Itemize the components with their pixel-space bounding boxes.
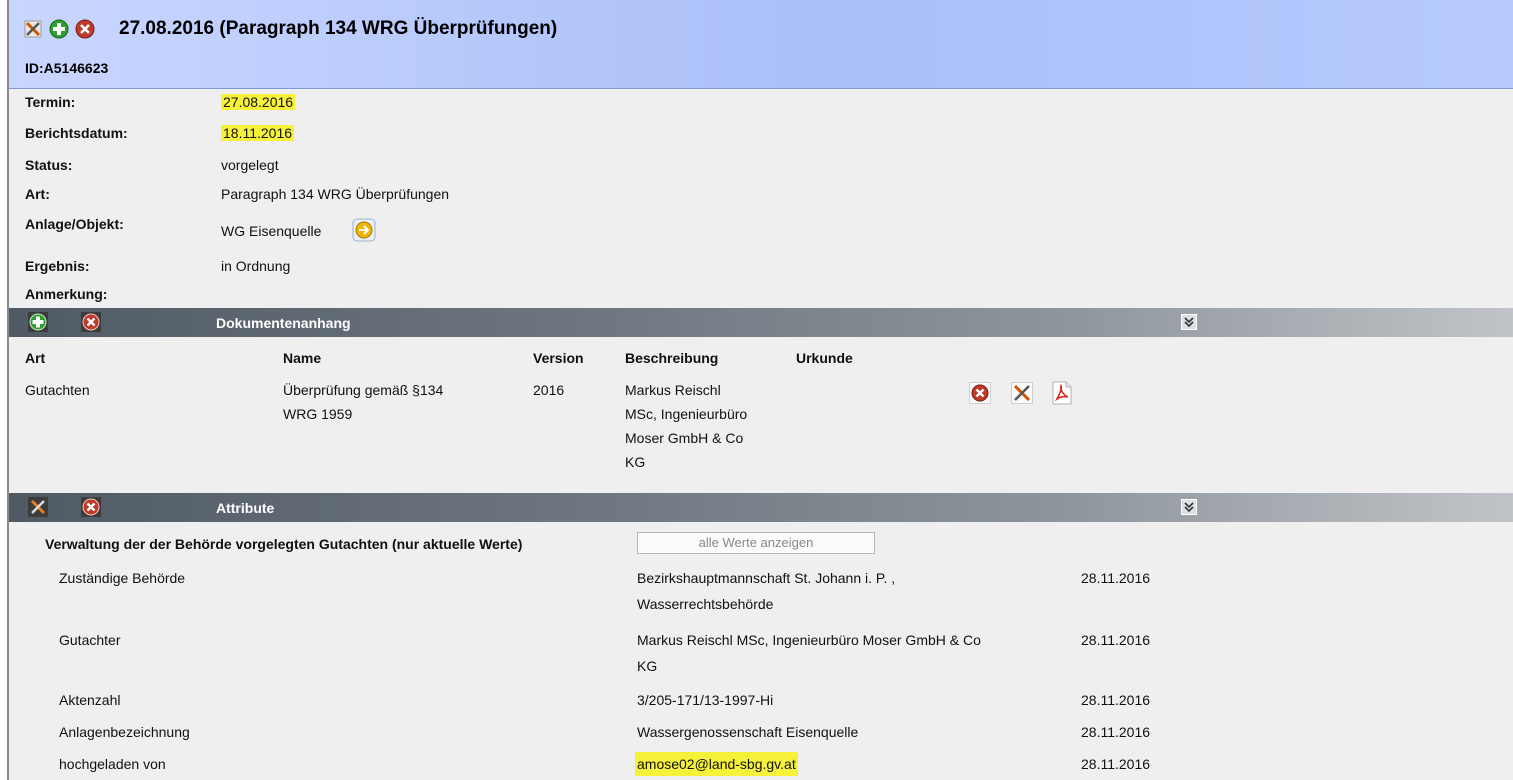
doc-col-beschreibung: Beschreibung bbox=[625, 350, 719, 366]
attr-name: Zuständige Behörde bbox=[59, 570, 186, 586]
attributes-section-title: Attribute bbox=[216, 500, 275, 516]
delete-document-icon[interactable] bbox=[81, 312, 101, 332]
attributes-section-bar: Attribute bbox=[9, 493, 1513, 522]
art-value: Paragraph 134 WRG Überprüfungen bbox=[221, 186, 450, 202]
edit-attributes-icon[interactable] bbox=[28, 497, 48, 517]
attr-value: amose02@land-sbg.gv.at bbox=[635, 752, 798, 776]
attr-name: Gutachter bbox=[59, 632, 121, 648]
status-label: Status: bbox=[25, 157, 73, 173]
attr-date: 28.11.2016 bbox=[1081, 632, 1151, 648]
record-id: ID:A5146623 bbox=[25, 60, 109, 76]
ergebnis-value: in Ordnung bbox=[221, 258, 291, 274]
anmerkung-label: Anmerkung: bbox=[25, 286, 108, 302]
attr-value: Bezirkshauptmannschaft St. Johann i. P. … bbox=[637, 570, 896, 586]
add-icon[interactable] bbox=[49, 19, 69, 39]
attr-name: Aktenzahl bbox=[59, 692, 121, 708]
attr-value: Markus Reischl MSc, Ingenieurbüro Moser … bbox=[637, 632, 981, 648]
art-label: Art: bbox=[25, 186, 50, 202]
documents-section-title: Dokumentenanhang bbox=[216, 315, 351, 331]
berichtsdatum-label: Berichtsdatum: bbox=[25, 125, 128, 141]
attr-name: hochgeladen von bbox=[59, 756, 166, 772]
delete-icon[interactable] bbox=[75, 19, 95, 39]
attr-name: Anlagenbezeichnung bbox=[59, 724, 190, 740]
expand-icon[interactable] bbox=[1181, 499, 1197, 515]
delete-attributes-icon[interactable] bbox=[81, 497, 101, 517]
attr-value: 3/205-171/13-1997-Hi bbox=[637, 692, 774, 708]
doc-col-art: Art bbox=[25, 350, 46, 366]
detail-panel: 27.08.2016 (Paragraph 134 WRG Überprüfun… bbox=[7, 0, 1513, 780]
berichtsdatum-value: 18.11.2016 bbox=[221, 125, 295, 141]
edit-document-row-icon[interactable] bbox=[1011, 382, 1033, 404]
doc-col-name: Name bbox=[283, 350, 322, 366]
attr-value-cont: KG bbox=[637, 658, 658, 674]
record-title: 27.08.2016 (Paragraph 134 WRG Überprüfun… bbox=[119, 18, 558, 39]
termin-value: 27.08.2016 bbox=[221, 94, 296, 110]
attr-date: 28.11.2016 bbox=[1081, 692, 1151, 708]
doc-version: 2016 bbox=[533, 382, 565, 398]
doc-name-line2: WRG 1959 bbox=[283, 406, 353, 422]
arrow-right-icon[interactable] bbox=[352, 218, 376, 242]
pdf-icon[interactable] bbox=[1051, 381, 1073, 405]
doc-col-urkunde: Urkunde bbox=[796, 350, 853, 366]
doc-desc-line1: Markus Reischl bbox=[625, 382, 721, 398]
attr-value-cont: Wasserrechtsbehörde bbox=[637, 596, 774, 612]
doc-desc-line2: MSc, Ingenieurbüro bbox=[625, 406, 748, 422]
show-all-values-button[interactable]: alle Werte anzeigen bbox=[637, 532, 875, 554]
record-header: 27.08.2016 (Paragraph 134 WRG Überprüfun… bbox=[9, 0, 1513, 89]
doc-desc-line4: KG bbox=[625, 454, 646, 470]
expand-icon[interactable] bbox=[1181, 314, 1197, 330]
anlage-value: WG Eisenquelle bbox=[221, 223, 322, 239]
attr-date: 28.11.2016 bbox=[1081, 756, 1151, 772]
ergebnis-label: Ergebnis: bbox=[25, 258, 90, 274]
doc-art: Gutachten bbox=[25, 382, 90, 398]
status-value: vorgelegt bbox=[221, 157, 279, 173]
doc-col-version: Version bbox=[533, 350, 584, 366]
attr-date: 28.11.2016 bbox=[1081, 570, 1151, 586]
attr-date: 28.11.2016 bbox=[1081, 724, 1151, 740]
delete-document-row-icon[interactable] bbox=[969, 382, 991, 404]
doc-name-line1: Überprüfung gemäß §134 bbox=[283, 382, 444, 398]
add-document-icon[interactable] bbox=[28, 312, 48, 332]
tools-icon[interactable] bbox=[23, 19, 43, 39]
doc-desc-line3: Moser GmbH & Co bbox=[625, 430, 744, 446]
attr-value: Wassergenossenschaft Eisenquelle bbox=[637, 724, 859, 740]
documents-section-bar: Dokumentenanhang bbox=[9, 308, 1513, 337]
termin-label: Termin: bbox=[25, 94, 76, 110]
attributes-group-title: Verwaltung der der Behörde vorgelegten G… bbox=[45, 536, 523, 552]
anlage-label: Anlage/Objekt: bbox=[25, 216, 124, 232]
